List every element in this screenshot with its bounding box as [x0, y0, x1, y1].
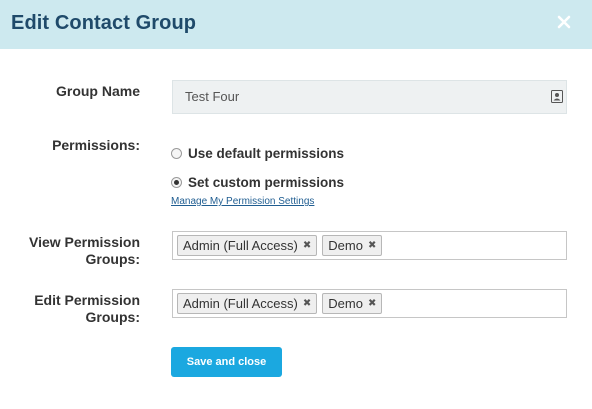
remove-tag-icon[interactable]: ✖	[368, 240, 376, 251]
remove-tag-icon[interactable]: ✖	[303, 298, 311, 309]
radio-default-permissions[interactable]: Use default permissions	[171, 145, 344, 161]
radio-button[interactable]	[171, 147, 182, 159]
close-icon[interactable]	[556, 14, 572, 30]
radio-custom-permissions[interactable]: Set custom permissions	[171, 174, 344, 190]
label-line: View Permission	[28, 234, 140, 250]
label-line: Groups:	[85, 251, 140, 267]
label-line: Groups:	[85, 309, 140, 325]
permissions-label: Permissions:	[52, 137, 140, 153]
view-permission-groups-label: View Permission Groups:	[29, 234, 140, 268]
dialog-header: Edit Contact Group	[0, 0, 592, 49]
view-permission-groups-input[interactable]: Admin (Full Access) ✖ Demo ✖	[172, 231, 567, 260]
tag-admin: Admin (Full Access) ✖	[177, 293, 318, 314]
group-name-input[interactable]: Test Four	[172, 80, 567, 114]
tag-demo: Demo ✖	[322, 235, 383, 256]
tag-label: Demo	[328, 238, 363, 253]
group-name-label: Group Name	[55, 83, 140, 99]
manage-permission-settings-link[interactable]: Manage My Permission Settings	[171, 196, 314, 207]
radio-label: Set custom permissions	[188, 174, 345, 190]
tag-demo: Demo ✖	[322, 293, 383, 314]
tag-admin: Admin (Full Access) ✖	[177, 235, 318, 256]
remove-tag-icon[interactable]: ✖	[303, 240, 311, 251]
remove-tag-icon[interactable]: ✖	[368, 298, 376, 309]
contact-card-icon	[551, 90, 563, 103]
label-line: Edit Permission	[34, 292, 140, 308]
save-and-close-button[interactable]: Save and close	[171, 347, 282, 377]
radio-button-selected[interactable]	[171, 176, 182, 188]
edit-permission-groups-input[interactable]: Admin (Full Access) ✖ Demo ✖	[172, 289, 567, 318]
radio-label: Use default permissions	[188, 145, 345, 161]
tag-label: Admin (Full Access)	[183, 296, 298, 311]
tag-label: Admin (Full Access)	[183, 238, 298, 253]
tag-label: Demo	[328, 296, 363, 311]
edit-permission-groups-label: Edit Permission Groups:	[34, 292, 140, 326]
dialog-title: Edit Contact Group	[11, 12, 197, 34]
